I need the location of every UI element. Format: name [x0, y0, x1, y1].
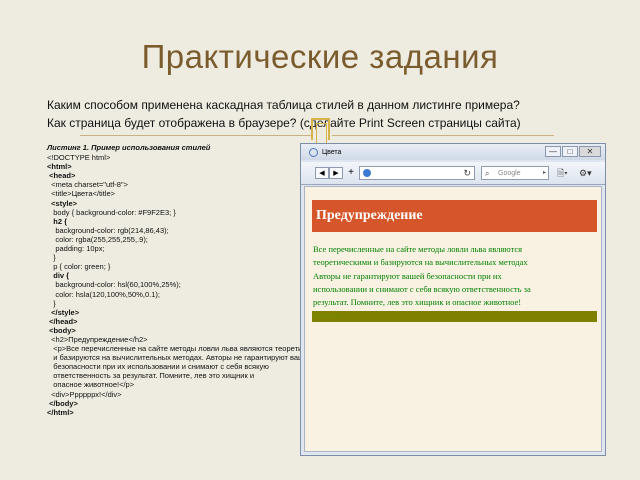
- page-icon[interactable]: 🗎▾: [557, 167, 568, 179]
- browser-navbar: ◀ ▶ + ↻ ⌕ Google ▸ 🗎▾ ⚙▾: [301, 162, 605, 185]
- bookmark-icon: [311, 118, 330, 143]
- paragraph-line: Авторы не гарантируют вашей безопасности…: [313, 270, 502, 281]
- globe-icon: [363, 169, 371, 177]
- search-placeholder: Google: [498, 170, 521, 177]
- rendered-heading: Предупреждение: [312, 200, 597, 232]
- paragraph-line: результат. Помните, лев это хищник и опа…: [313, 297, 522, 308]
- reload-icon[interactable]: ↻: [463, 167, 471, 180]
- browser-viewport: Предупреждение Все перечисленные на сайт…: [304, 186, 602, 452]
- tab-page-icon: [309, 147, 318, 157]
- tab-title: Цвета: [321, 149, 342, 156]
- paragraph-line: использовании и снимают с себя всякую от…: [313, 283, 531, 294]
- address-bar[interactable]: ↻: [359, 166, 475, 180]
- window-controls: — □ ✕: [545, 146, 601, 157]
- decorative-line-left: [80, 135, 312, 136]
- forward-arrow-icon: ▶: [333, 170, 339, 177]
- gear-icon[interactable]: ⚙▾: [579, 167, 592, 179]
- browser-window: Цвета — □ ✕ ◀ ▶ + ↻ ⌕ Google ▸ 🗎▾ ⚙▾ Пре…: [300, 143, 606, 456]
- question-2: Как страница будет отображена в браузере…: [47, 116, 521, 130]
- plus-icon: +: [348, 167, 354, 178]
- search-box[interactable]: ⌕ Google ▸: [481, 166, 549, 180]
- forward-button[interactable]: ▶: [329, 167, 343, 179]
- minimize-button[interactable]: —: [545, 146, 561, 157]
- decorative-line-right: [332, 135, 554, 136]
- browser-titlebar: Цвета — □ ✕: [301, 144, 605, 160]
- search-arrow-icon[interactable]: ▸: [543, 167, 546, 180]
- close-button[interactable]: ✕: [579, 146, 601, 157]
- rendered-paragraph: Все перечисленные на сайте методы ловли …: [313, 243, 603, 309]
- paragraph-line: Все перечисленные на сайте методы ловли …: [313, 244, 522, 254]
- slide-title: Практические задания: [141, 38, 499, 75]
- magnifier-icon: ⌕: [485, 169, 490, 178]
- back-arrow-icon: ◀: [319, 170, 325, 177]
- paragraph-line: теоретическими и базируются на вычислите…: [313, 257, 528, 268]
- new-tab-button[interactable]: +: [344, 167, 358, 179]
- maximize-button[interactable]: □: [562, 146, 578, 157]
- browser-tab[interactable]: Цвета: [309, 147, 429, 159]
- back-button[interactable]: ◀: [315, 167, 329, 179]
- rendered-div: Ррррррх!: [312, 311, 597, 322]
- question-1: Каким способом применена каскадная табли…: [47, 98, 520, 112]
